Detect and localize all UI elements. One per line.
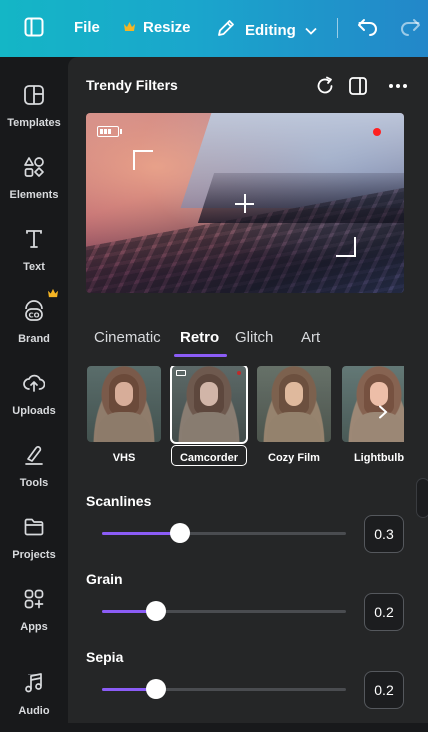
active-tab-indicator [174,354,227,357]
filter-thumbnail-image [170,366,248,444]
viewfinder-corner-icon [336,237,356,257]
sidebar-item-label: Uploads [12,405,56,417]
sidebar-item-label: Projects [12,549,56,561]
sidebar-item-label: Templates [7,117,61,129]
tools-icon [23,440,45,471]
sidebar-item-tools[interactable]: Tools [0,440,68,504]
slider-label: Sepia [86,649,124,665]
sidebar-item-label: Text [23,261,45,273]
filter-label: Lightbulb [353,452,404,464]
scanlines-slider-track[interactable] [102,523,346,543]
music-note-icon [23,668,45,699]
crown-icon [47,284,59,303]
filter-lightbulb[interactable]: Lightbulb [341,366,404,466]
tab-art[interactable]: Art [301,329,320,346]
sidebar-item-text[interactable]: Text [0,224,68,288]
filter-category-tabs: Cinematic Retro Glitch Art [86,327,406,357]
sidebar-item-elements[interactable]: Elements [0,152,68,216]
filter-camcorder[interactable]: Camcorder [170,366,248,466]
file-menu[interactable]: File [74,19,100,36]
battery-icon [176,370,186,376]
filter-thumbnail-image [257,366,331,442]
trendy-filters-panel: Trendy Filters Cinematic Retro Glitch Ar… [68,57,428,723]
scanlines-slider-group: Scanlines 0.3 [86,493,406,553]
filter-preview-image [86,113,404,293]
battery-icon [97,126,122,137]
undo-icon[interactable] [357,17,379,37]
crown-icon [123,19,136,36]
top-bar: File Resize Editing [0,0,428,57]
filter-label: VHS [112,452,136,464]
sidebar-item-label: Audio [18,705,50,717]
filter-thumbnail-image [342,366,404,442]
sepia-slider-group: Sepia 0.2 [86,649,406,709]
sidebar-item-label: Elements [9,189,59,201]
redo-icon[interactable] [399,17,421,37]
text-icon [23,224,45,255]
sidebar-item-label: Tools [19,477,49,489]
uploads-icon [23,368,46,399]
pencil-icon [216,18,236,42]
grain-slider-group: Grain 0.2 [86,571,406,631]
slider-handle[interactable] [145,679,166,699]
left-sidebar: Templates Elements Text CO Brand Uploads… [0,57,68,723]
sidebar-item-label: Apps [20,621,48,633]
filter-label: Camcorder [179,452,239,464]
refresh-icon[interactable] [314,75,336,97]
resize-button[interactable]: Resize [123,19,191,36]
scanlines-value-input[interactable]: 0.3 [364,515,404,553]
elements-icon [23,152,45,183]
toolbar-divider [337,18,338,38]
slider-handle[interactable] [170,523,191,543]
record-dot-icon [237,371,241,375]
panel-resize-handle[interactable] [416,478,428,518]
tab-glitch[interactable]: Glitch [235,329,273,346]
sidebar-item-projects[interactable]: Projects [0,512,68,576]
panel-title: Trendy Filters [86,77,178,93]
sidebar-item-apps[interactable]: Apps [0,584,68,648]
sepia-value-input[interactable]: 0.2 [364,671,404,709]
filter-label: Cozy Film [268,452,320,464]
slider-fill [102,532,181,535]
sidebar-item-uploads[interactable]: Uploads [0,368,68,432]
editing-label: Editing [245,21,296,39]
svg-text:CO: CO [28,312,39,320]
tab-retro[interactable]: Retro [180,329,219,346]
more-options-icon[interactable] [387,75,409,97]
filter-cozy-film[interactable]: Cozy Film [256,366,332,466]
tab-cinematic[interactable]: Cinematic [94,329,161,346]
grain-value-input[interactable]: 0.2 [364,593,404,631]
chevron-right-icon[interactable] [374,403,392,421]
sidebar-item-label: Brand [18,333,50,345]
apps-icon [23,584,45,615]
folder-icon [23,512,45,543]
sidebar-toggle-icon[interactable] [24,17,44,37]
crosshair-icon [244,194,246,213]
chevron-down-icon [305,22,317,39]
slider-label: Grain [86,571,123,587]
viewfinder-corner-icon [133,150,153,170]
grain-slider-track[interactable] [102,601,346,621]
side-panel-icon[interactable] [347,75,369,97]
templates-icon [23,80,45,111]
filter-thumbnail-image [87,366,161,442]
sidebar-item-brand[interactable]: CO Brand [0,288,68,360]
slider-label: Scanlines [86,493,152,509]
sepia-slider-track[interactable] [102,679,346,699]
sidebar-item-templates[interactable]: Templates [0,80,68,144]
resize-label: Resize [143,19,191,36]
editing-mode-dropdown[interactable]: Editing [216,18,317,42]
sidebar-item-audio[interactable]: Audio [0,668,68,732]
filter-vhs[interactable]: VHS [86,366,162,466]
record-dot-icon [373,128,381,136]
slider-handle[interactable] [145,601,166,621]
filter-thumbnails: VHS Camcorder Cozy Film Lightbulb [86,366,404,466]
brand-icon: CO [23,296,45,327]
